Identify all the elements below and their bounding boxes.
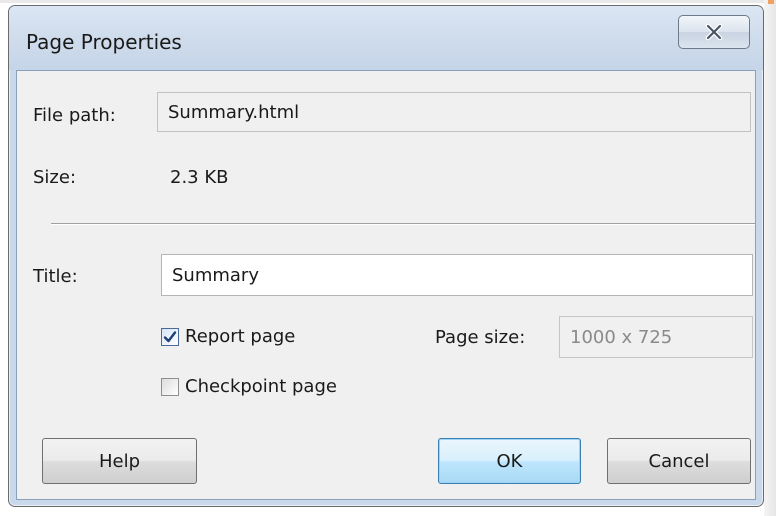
- background-strip-top: [0, 0, 776, 3]
- title-bar[interactable]: Page Properties: [9, 6, 763, 70]
- close-button[interactable]: [678, 15, 750, 49]
- page-size-field: 1000 x 725: [559, 316, 753, 358]
- background-mark: [768, 0, 774, 4]
- close-icon: [705, 23, 723, 41]
- title-label: Title:: [33, 266, 78, 287]
- title-input[interactable]: Summary: [161, 254, 753, 296]
- report-page-label: Report page: [185, 326, 296, 347]
- report-page-option[interactable]: Report page: [161, 326, 295, 347]
- checkpoint-page-label: Checkpoint page: [185, 376, 337, 397]
- cancel-button[interactable]: Cancel: [607, 438, 751, 484]
- file-path-field[interactable]: Summary.html: [157, 92, 751, 132]
- dialog-title: Page Properties: [26, 30, 182, 54]
- size-value: 2.3 KB: [170, 167, 229, 188]
- section-divider: [51, 223, 755, 225]
- file-path-label: File path:: [33, 105, 116, 126]
- title-input-value: Summary: [172, 264, 259, 286]
- checkpoint-page-option[interactable]: Checkpoint page: [161, 376, 337, 397]
- size-label: Size:: [33, 167, 77, 188]
- dialog-body: File path: Summary.html Size: 2.3 KB Tit…: [16, 70, 756, 500]
- file-path-value: Summary.html: [168, 101, 300, 123]
- background-strip-right: [764, 0, 776, 516]
- ok-button[interactable]: OK: [438, 438, 581, 484]
- page-properties-dialog: Page Properties File path: Summary.html …: [8, 5, 764, 507]
- report-page-checkbox[interactable]: [161, 327, 179, 346]
- page-size-label: Page size:: [435, 327, 526, 348]
- help-button[interactable]: Help: [42, 438, 197, 484]
- checkpoint-page-checkbox[interactable]: [161, 377, 179, 396]
- page-size-value: 1000 x 725: [570, 326, 673, 348]
- check-icon: [163, 330, 177, 342]
